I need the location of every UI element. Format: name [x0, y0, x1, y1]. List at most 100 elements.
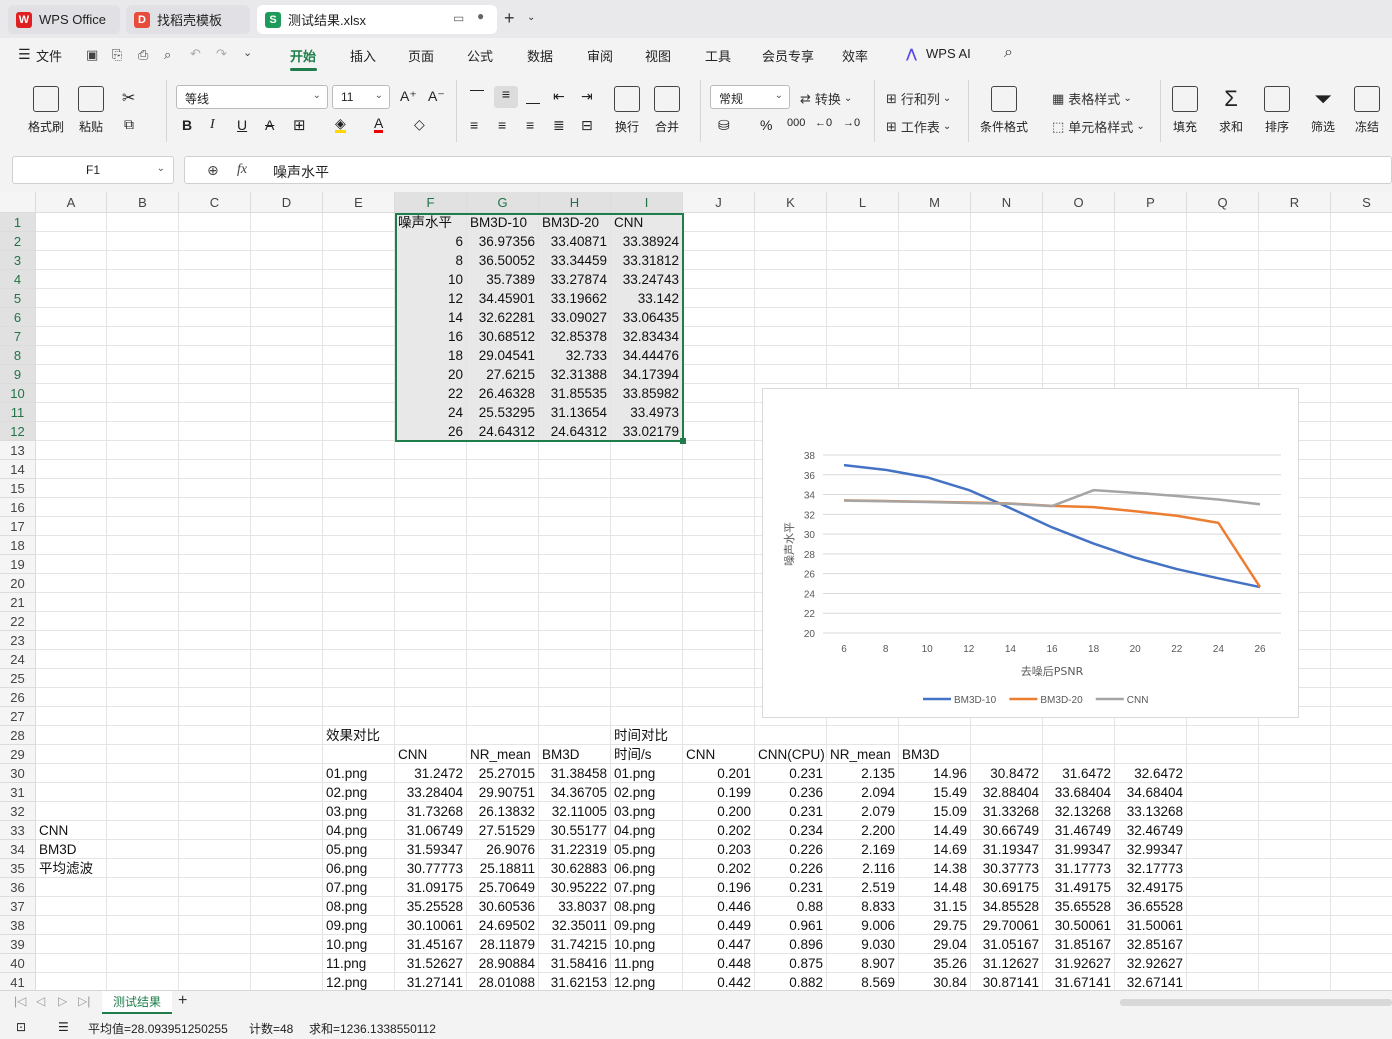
cell[interactable]: 31.12627 — [971, 954, 1042, 973]
cell[interactable]: 11.png — [611, 954, 682, 973]
sort-button[interactable]: 排序 — [1264, 86, 1290, 135]
horizontal-scrollbar[interactable] — [1120, 999, 1392, 1006]
cell[interactable]: 26 — [395, 422, 466, 441]
wrap-text-button[interactable]: 换行 — [614, 86, 640, 135]
cell[interactable]: 08.png — [611, 897, 682, 916]
row-header-1[interactable]: 1 — [0, 213, 36, 232]
cell[interactable]: 32.49175 — [1115, 878, 1186, 897]
cell[interactable]: 10.png — [611, 935, 682, 954]
cell[interactable]: 31.92627 — [1043, 954, 1114, 973]
cell[interactable]: 30.55177 — [539, 821, 610, 840]
currency-icon[interactable]: ⛁ — [718, 117, 730, 134]
row-header-38[interactable]: 38 — [0, 916, 36, 935]
cell[interactable]: 33.28404 — [395, 783, 466, 802]
row-header-19[interactable]: 19 — [0, 555, 36, 574]
cell[interactable]: 29.04 — [899, 935, 970, 954]
cell[interactable]: 03.png — [323, 802, 394, 821]
row-header-24[interactable]: 24 — [0, 650, 36, 669]
cell[interactable]: 31.17773 — [1043, 859, 1114, 878]
row-header-8[interactable]: 8 — [0, 346, 36, 365]
cell[interactable]: 33.85982 — [611, 384, 682, 403]
conditional-format-button[interactable]: 条件格式 — [980, 86, 1028, 135]
row-header-27[interactable]: 27 — [0, 707, 36, 726]
column-header-q[interactable]: Q — [1187, 192, 1259, 213]
cell[interactable]: 0.447 — [683, 935, 754, 954]
cell[interactable]: 30.68512 — [467, 327, 538, 346]
last-sheet-icon[interactable]: ▷| — [78, 994, 90, 1008]
cell[interactable]: 30.95222 — [539, 878, 610, 897]
cell[interactable]: 14 — [395, 308, 466, 327]
font-color-icon[interactable]: A — [374, 116, 384, 133]
fill-button[interactable]: 填充 — [1172, 86, 1198, 135]
cell[interactable]: 31.09175 — [395, 878, 466, 897]
column-header-i[interactable]: I — [611, 192, 683, 213]
filter-button[interactable]: ⏷ 筛选 — [1310, 86, 1336, 135]
cell[interactable]: 31.52627 — [395, 954, 466, 973]
cell[interactable]: 22 — [395, 384, 466, 403]
cell[interactable]: 32.31388 — [539, 365, 610, 384]
cell[interactable]: 16 — [395, 327, 466, 346]
worksheet-button[interactable]: ⊞ 工作表 ⌄ — [886, 117, 951, 136]
save-icon[interactable]: ▣ — [86, 47, 98, 63]
cell[interactable]: 32.17773 — [1115, 859, 1186, 878]
cell[interactable]: 31.99347 — [1043, 840, 1114, 859]
cell[interactable]: 12.png — [611, 973, 682, 990]
cell[interactable]: 29.04541 — [467, 346, 538, 365]
row-header-25[interactable]: 25 — [0, 669, 36, 688]
cell[interactable]: 9.030 — [827, 935, 898, 954]
cell[interactable]: 32.13268 — [1043, 802, 1114, 821]
cell[interactable]: 9.006 — [827, 916, 898, 935]
cell[interactable]: 10.png — [323, 935, 394, 954]
cell[interactable]: 33.31812 — [611, 251, 682, 270]
cell[interactable]: BM3D — [36, 840, 106, 859]
cell[interactable]: 33.38924 — [611, 232, 682, 251]
cell[interactable]: 31.38458 — [539, 764, 610, 783]
cell[interactable]: 04.png — [611, 821, 682, 840]
cell[interactable]: 33.8037 — [539, 897, 610, 916]
cell[interactable]: 2.094 — [827, 783, 898, 802]
cell[interactable]: 6 — [395, 232, 466, 251]
cell[interactable]: 0.231 — [755, 764, 826, 783]
cell[interactable]: 35.7389 — [467, 270, 538, 289]
align-right-icon[interactable]: ≡ — [526, 117, 534, 133]
row-col-button[interactable]: ⊞ 行和列 ⌄ — [886, 89, 951, 108]
column-header-d[interactable]: D — [251, 192, 323, 213]
cell[interactable]: 31.62153 — [539, 973, 610, 990]
cell[interactable]: 12.png — [323, 973, 394, 990]
cell[interactable]: CNN — [683, 745, 754, 764]
cell[interactable]: 06.png — [611, 859, 682, 878]
tab-docer-templates[interactable]: D 找稻壳模板 — [126, 5, 250, 34]
macro-icon[interactable]: ⊡ — [16, 1020, 26, 1034]
cell[interactable]: 34.36705 — [539, 783, 610, 802]
cell[interactable]: 01.png — [611, 764, 682, 783]
cell[interactable]: 31.46749 — [1043, 821, 1114, 840]
cell[interactable]: 33.24743 — [611, 270, 682, 289]
decrease-font-icon[interactable]: A⁻ — [428, 88, 445, 105]
cell[interactable]: 0.88 — [755, 897, 826, 916]
column-header-r[interactable]: R — [1259, 192, 1331, 213]
font-size-select[interactable]: 11 ⌄ — [332, 85, 390, 109]
cell[interactable]: 0.200 — [683, 802, 754, 821]
formula-input[interactable]: ⊕ fx 噪声水平 — [184, 156, 1392, 184]
decrease-indent-icon[interactable]: ⇤ — [553, 88, 565, 105]
cell[interactable]: 噪声水平 — [395, 213, 466, 232]
select-all-corner[interactable] — [0, 192, 36, 213]
cell[interactable]: 33.06435 — [611, 308, 682, 327]
cell[interactable]: 11.png — [323, 954, 394, 973]
cell[interactable]: 0.203 — [683, 840, 754, 859]
column-header-l[interactable]: L — [827, 192, 899, 213]
cell[interactable]: 34.85528 — [971, 897, 1042, 916]
cell[interactable]: 24.64312 — [539, 422, 610, 441]
underline-icon[interactable]: U — [237, 117, 247, 133]
bold-icon[interactable]: B — [182, 117, 192, 133]
cell[interactable]: BM3D-10 — [467, 213, 538, 232]
merge-button[interactable]: 合并 — [654, 86, 680, 135]
name-box[interactable]: F1 ⌄ — [12, 156, 174, 184]
cell[interactable]: 33.27874 — [539, 270, 610, 289]
menu-tab-tools[interactable]: 工具 — [705, 46, 731, 65]
hamburger-icon[interactable]: ☰ — [18, 46, 31, 63]
new-tab-icon[interactable]: + — [504, 8, 515, 29]
cell[interactable]: 0.201 — [683, 764, 754, 783]
cell[interactable]: 32.85167 — [1115, 935, 1186, 954]
cell[interactable]: 08.png — [323, 897, 394, 916]
